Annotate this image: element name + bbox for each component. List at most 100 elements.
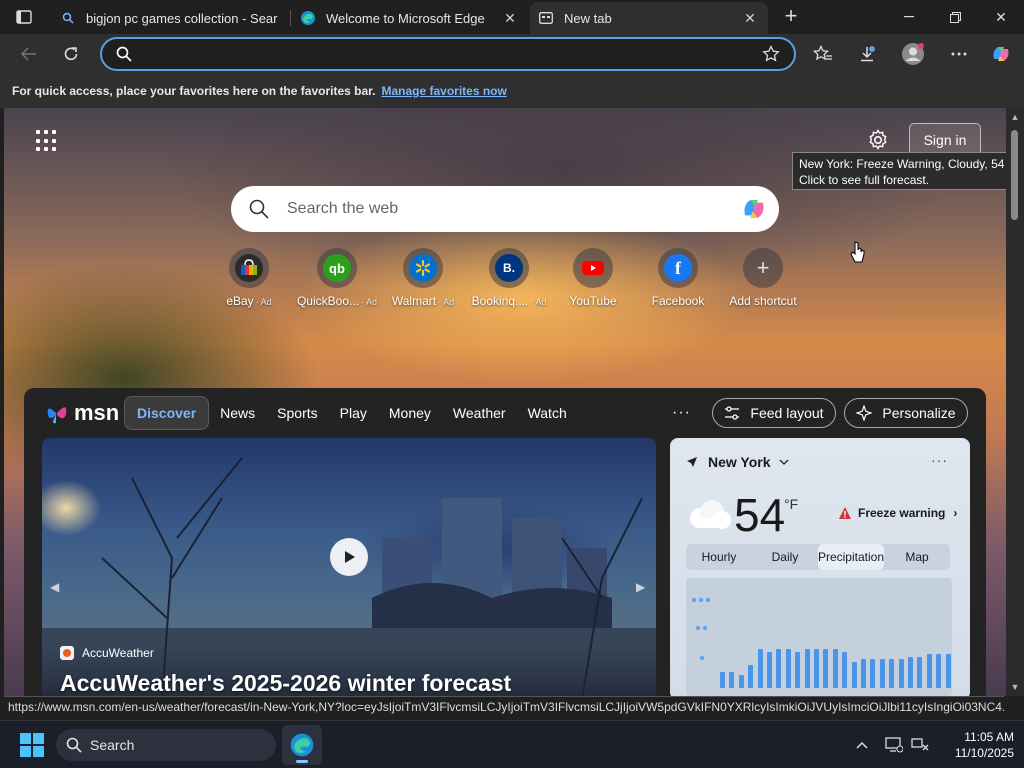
- prev-arrow-icon[interactable]: ◀: [50, 580, 59, 594]
- next-arrow-icon[interactable]: ▶: [636, 580, 645, 594]
- tab-actions-icon[interactable]: [10, 7, 38, 27]
- back-button[interactable]: [14, 39, 44, 69]
- accuweather-logo-icon: [60, 646, 74, 660]
- gear-icon[interactable]: [866, 128, 890, 152]
- shortcut-youtube[interactable]: YouTube: [550, 248, 636, 308]
- display-icon[interactable]: [882, 733, 906, 757]
- taskbar-search-label: Search: [90, 737, 135, 753]
- copilot-icon[interactable]: [739, 195, 769, 228]
- favorite-star-icon[interactable]: [762, 44, 780, 68]
- shortcut-quickbooks[interactable]: qb QuickBoo... · Ad: [294, 248, 380, 308]
- shortcut-label: Bookinq....: [471, 294, 529, 308]
- taskbar-edge-app[interactable]: [282, 725, 322, 765]
- feed-layout-button[interactable]: Feed layout: [712, 398, 836, 428]
- hero-title[interactable]: AccuWeather's 2025-2026 winter forecast: [60, 670, 511, 696]
- settings-more-button[interactable]: [944, 39, 974, 69]
- sliders-icon: [725, 406, 740, 420]
- precip-bar: [870, 659, 876, 688]
- address-input[interactable]: [144, 45, 744, 65]
- status-url: https://www.msn.com/en-us/weather/foreca…: [4, 696, 1004, 718]
- shortcut-ebay[interactable]: eBay · Ad: [206, 248, 292, 308]
- facebook-icon: f: [664, 254, 692, 282]
- hero-source: AccuWeather: [60, 646, 154, 660]
- tab-title: bigjon pc games collection - Sear: [86, 10, 278, 26]
- nav-money[interactable]: Money: [378, 396, 442, 430]
- manage-favorites-link[interactable]: Manage favorites now: [381, 84, 506, 98]
- system-clock[interactable]: 11:05 AM 11/10/2025: [938, 729, 1014, 761]
- scroll-up-icon[interactable]: ▲: [1010, 112, 1020, 122]
- network-icon[interactable]: [908, 733, 932, 757]
- apps-launcher-icon[interactable]: [36, 130, 58, 152]
- nav-sports[interactable]: Sports: [266, 396, 328, 430]
- precip-bar: [795, 652, 801, 688]
- page-scrollbar[interactable]: ▲ ▼: [1006, 108, 1024, 696]
- shortcut-label: QuickBoo...: [296, 294, 359, 308]
- weather-more-button[interactable]: ···: [931, 452, 948, 468]
- search-icon: [116, 46, 132, 67]
- precip-bar: [814, 649, 819, 688]
- ebay-icon: [235, 254, 263, 282]
- shortcut-walmart[interactable]: Walmart · Ad: [380, 248, 466, 308]
- close-tab-icon[interactable]: ✕: [500, 10, 520, 27]
- downloads-button[interactable]: [852, 39, 882, 69]
- more-nav-button[interactable]: ···: [672, 404, 691, 422]
- taskbar-search[interactable]: Search: [56, 729, 276, 761]
- tab-welcome-edge[interactable]: Welcome to Microsoft Edge ✕: [292, 2, 528, 34]
- play-button[interactable]: [330, 538, 368, 576]
- precip-bar: [861, 659, 866, 688]
- msn-logo[interactable]: msn: [44, 398, 119, 428]
- tab-search-results[interactable]: bigjon pc games collection - Sear: [52, 2, 288, 34]
- tab-title: New tab: [564, 10, 612, 26]
- nav-weather[interactable]: Weather: [442, 396, 517, 430]
- precip-bar: [823, 649, 829, 688]
- precip-bar: [785, 649, 791, 688]
- show-hidden-icons-chevron-icon[interactable]: [850, 733, 874, 757]
- nav-news[interactable]: News: [209, 396, 266, 430]
- tab-new-tab[interactable]: New tab ✕: [530, 2, 768, 34]
- weather-location[interactable]: New York: [686, 454, 789, 470]
- feed-layout-label: Feed layout: [750, 405, 824, 421]
- freeze-warning-alert[interactable]: Freeze warning ›: [838, 506, 957, 520]
- nav-watch[interactable]: Watch: [517, 396, 578, 430]
- raindrops-icon: [691, 597, 711, 661]
- weather-card[interactable]: New York ··· 54 °F Freeze warning › Hour…: [670, 438, 970, 696]
- scroll-thumb[interactable]: [1011, 130, 1018, 220]
- feed-nav: Discover News Sports Play Money Weather …: [124, 396, 578, 430]
- nav-play[interactable]: Play: [329, 396, 378, 430]
- weather-tab-hourly[interactable]: Hourly: [686, 544, 752, 570]
- nav-discover[interactable]: Discover: [124, 396, 210, 430]
- precip-bar: [945, 654, 951, 688]
- restore-button[interactable]: [932, 0, 978, 34]
- close-tab-icon[interactable]: ✕: [740, 10, 760, 27]
- precip-bar: [804, 649, 810, 688]
- shortcut-facebook[interactable]: f Facebook: [635, 248, 721, 308]
- scroll-down-icon[interactable]: ▼: [1010, 682, 1020, 692]
- chevron-down-icon: [779, 459, 788, 465]
- weather-tab-daily[interactable]: Daily: [752, 544, 818, 570]
- new-tab-button[interactable]: +: [780, 5, 802, 28]
- profile-avatar[interactable]: [898, 39, 928, 69]
- precipitation-chart[interactable]: [686, 578, 952, 696]
- msn-butterfly-icon: [47, 407, 67, 424]
- shortcut-add[interactable]: + Add shortcut: [720, 248, 806, 308]
- precip-bar: [757, 649, 763, 688]
- refresh-button[interactable]: [56, 39, 86, 69]
- close-window-button[interactable]: ✕: [978, 0, 1024, 34]
- favorites-button[interactable]: [808, 39, 838, 69]
- precip-bar: [729, 672, 735, 688]
- web-search-box[interactable]: Search the web: [231, 186, 779, 232]
- plus-icon: +: [756, 255, 770, 280]
- address-bar[interactable]: [100, 37, 796, 71]
- weather-tab-map[interactable]: Map: [884, 544, 950, 570]
- weather-tab-precipitation[interactable]: Precipitation: [817, 544, 885, 570]
- copilot-icon[interactable]: [986, 39, 1016, 69]
- title-bar: bigjon pc games collection - Sear Welcom…: [0, 0, 1024, 34]
- personalize-button[interactable]: Personalize: [844, 398, 968, 428]
- sparkle-icon: [856, 405, 873, 421]
- precip-bar: [767, 652, 772, 688]
- shortcut-booking[interactable]: B. Bookinq.... · Ad: [466, 248, 552, 308]
- precip-bar: [879, 659, 885, 688]
- windows-start-icon[interactable]: [20, 733, 44, 757]
- hero-card[interactable]: ◀ ▶ AccuWeather AccuWeather's 2025-2026 …: [42, 438, 656, 696]
- minimize-button[interactable]: [886, 0, 932, 34]
